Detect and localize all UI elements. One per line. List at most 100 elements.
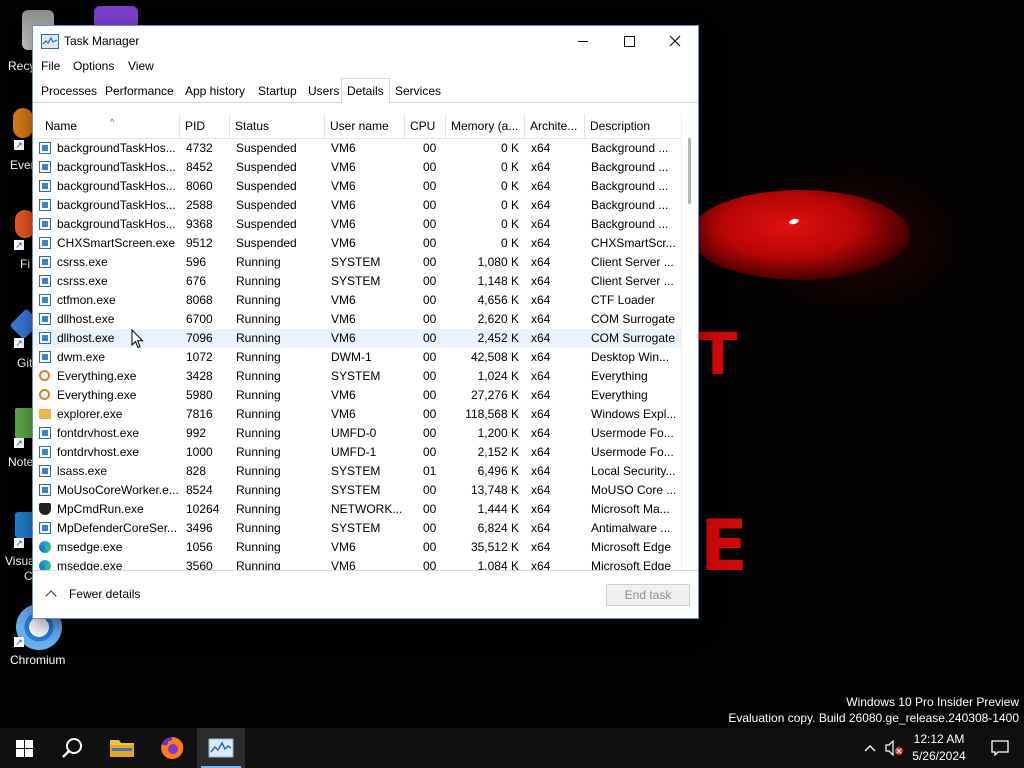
end-task-button[interactable]: End task	[606, 584, 690, 606]
table-row[interactable]: fontdrvhost.exe 992 Running UMFD-0 00 1,200 K…	[33, 424, 681, 443]
clock-date: 5/26/2024	[912, 749, 966, 763]
taskbar-task-manager[interactable]	[197, 728, 245, 768]
tab-details[interactable]: Details	[341, 78, 390, 104]
table-row[interactable]: MpCmdRun.exe 10264 Running NETWORK... 00 1,44…	[33, 500, 681, 519]
table-row[interactable]: msedge.exe 1056 Running VM6 00 35,512 K x64 Mic…	[33, 538, 681, 557]
cell-desc: COM Surrogate	[591, 312, 676, 326]
cell-name: msedge.exe	[57, 559, 123, 570]
cell-name: Everything.exe	[57, 388, 137, 402]
cell-desc: Local Security...	[591, 464, 676, 478]
cell-name: ctfmon.exe	[57, 293, 116, 307]
cell-user: SYSTEM	[331, 255, 381, 269]
menu-options[interactable]: Options	[73, 59, 114, 73]
cell-arch: x64	[531, 160, 551, 174]
column-header-cpu[interactable]: CPU	[405, 114, 446, 138]
table-row[interactable]: backgroundTaskHos... 2588 Suspended VM6 00 0 …	[33, 196, 681, 215]
process-app-icon	[39, 256, 51, 268]
scrollbar-thumb[interactable]	[688, 138, 691, 204]
action-center-button[interactable]	[976, 728, 1024, 768]
chevron-up-icon	[45, 590, 57, 602]
table-row[interactable]: CHXSmartScreen.exe 9512 Suspended VM6 00 0 K x…	[33, 234, 681, 253]
title-bar[interactable]: Task Manager	[33, 26, 698, 56]
cell-user: SYSTEM	[331, 521, 381, 535]
process-app-icon	[39, 351, 51, 363]
desktop-icon-everything[interactable]	[12, 108, 34, 140]
table-row[interactable]: MpDefenderCoreSer... 3496 Running SYSTEM 00 6…	[33, 519, 681, 538]
cell-status: Running	[236, 255, 281, 269]
vertical-scrollbar[interactable]	[681, 114, 698, 570]
table-row[interactable]: csrss.exe 596 Running SYSTEM 00 1,080 K x64 Cli…	[33, 253, 681, 272]
table-row[interactable]: explorer.exe 7816 Running VM6 00 118,568 K x64…	[33, 405, 681, 424]
process-key-icon	[39, 389, 50, 400]
cell-status: Running	[236, 426, 281, 440]
cell-desc: Microsoft Ma...	[591, 502, 670, 516]
table-row[interactable]: ctfmon.exe 8068 Running VM6 00 4,656 K x64 CTF …	[33, 291, 681, 310]
process-folder-icon	[39, 409, 51, 419]
cell-status: Running	[236, 502, 281, 516]
table-row[interactable]: msedge.exe 3560 Running VM6 00 1,084 K x64 Micr…	[33, 557, 681, 570]
cell-cpu: 00	[423, 236, 437, 250]
tab-performance[interactable]: Performance	[100, 80, 179, 102]
process-app-icon	[39, 313, 51, 325]
table-row[interactable]: MoUsoCoreWorker.e... 8524 Running SYSTEM 00 1…	[33, 481, 681, 500]
cell-cpu: 00	[423, 407, 437, 421]
cell-pid: 3560	[186, 559, 213, 570]
close-button[interactable]	[652, 26, 698, 56]
menu-file[interactable]: File	[41, 59, 60, 73]
cell-name: fontdrvhost.exe	[57, 445, 140, 459]
column-header-description[interactable]: Description	[585, 114, 681, 138]
system-clock[interactable]: 12:12 AM 5/26/2024	[902, 731, 976, 765]
table-row[interactable]: Everything.exe 5980 Running VM6 00 27,276 K x6…	[33, 386, 681, 405]
search-button[interactable]	[48, 728, 96, 768]
cell-arch: x64	[531, 464, 551, 478]
start-button[interactable]	[0, 728, 48, 768]
table-row[interactable]: backgroundTaskHos... 9368 Suspended VM6 00 0 …	[33, 215, 681, 234]
show-hidden-icons-button[interactable]	[858, 728, 882, 768]
cell-user: VM6	[331, 407, 356, 421]
tab-app-history[interactable]: App history	[180, 80, 250, 102]
cell-cpu: 00	[423, 312, 437, 326]
table-row[interactable]: dllhost.exe 6700 Running VM6 00 2,620 K x64 COM…	[33, 310, 681, 329]
cell-cpu: 00	[423, 141, 437, 155]
table-header: ^ Name PID Status User name CPU Memory (…	[33, 114, 681, 139]
cell-name: csrss.exe	[57, 255, 108, 269]
table-row[interactable]: backgroundTaskHos... 8060 Suspended VM6 00 0 …	[33, 177, 681, 196]
desktop-icon-label: C	[24, 569, 33, 583]
cell-user: SYSTEM	[331, 369, 381, 383]
table-row[interactable]: Everything.exe 3428 Running SYSTEM 00 1,024 K…	[33, 367, 681, 386]
minimize-button[interactable]	[560, 26, 606, 56]
column-header-user-name[interactable]: User name	[325, 114, 405, 138]
cell-cpu: 00	[423, 388, 437, 402]
cell-status: Suspended	[236, 179, 297, 193]
column-header-memory[interactable]: Memory (a...	[446, 114, 525, 138]
table-row[interactable]: csrss.exe 676 Running SYSTEM 00 1,148 K x64 Cli…	[33, 272, 681, 291]
cell-desc: CHXSmartScr...	[591, 236, 676, 250]
cell-arch: x64	[531, 369, 551, 383]
tab-users[interactable]: Users	[303, 80, 344, 102]
table-row[interactable]: lsass.exe 828 Running SYSTEM 01 6,496 K x64 Loc…	[33, 462, 681, 481]
table-row[interactable]: fontdrvhost.exe 1000 Running UMFD-1 00 2,152 …	[33, 443, 681, 462]
cell-pid: 1056	[186, 540, 213, 554]
table-row[interactable]: backgroundTaskHos... 4732 Suspended VM6 00 0 …	[33, 139, 681, 158]
tab-startup[interactable]: Startup	[253, 80, 302, 102]
taskbar-file-explorer[interactable]	[98, 728, 146, 768]
tab-services[interactable]: Services	[390, 80, 446, 102]
cell-cpu: 00	[423, 198, 437, 212]
table-row[interactable]: backgroundTaskHos... 8452 Suspended VM6 00 0 …	[33, 158, 681, 177]
cell-desc: MoUSO Core ...	[591, 483, 677, 497]
cell-name: dllhost.exe	[57, 331, 115, 345]
tab-processes[interactable]: Processes	[36, 80, 102, 102]
fewer-details-button[interactable]: Fewer details	[45, 587, 140, 602]
table-row[interactable]: dwm.exe 1072 Running DWM-1 00 42,508 K x64 Desk…	[33, 348, 681, 367]
windows-watermark: Windows 10 Pro Insider Preview Evaluatio…	[728, 694, 1019, 726]
taskbar-firefox[interactable]	[148, 728, 196, 768]
menu-view[interactable]: View	[128, 59, 154, 73]
column-header-name[interactable]: ^ Name	[40, 114, 180, 138]
column-header-pid[interactable]: PID	[180, 114, 230, 138]
cell-user: VM6	[331, 331, 356, 345]
column-header-architecture[interactable]: Archite...	[525, 114, 585, 138]
cell-status: Running	[236, 445, 281, 459]
maximize-button[interactable]	[606, 26, 652, 56]
cell-user: NETWORK...	[331, 502, 403, 516]
column-header-status[interactable]: Status	[230, 114, 325, 138]
